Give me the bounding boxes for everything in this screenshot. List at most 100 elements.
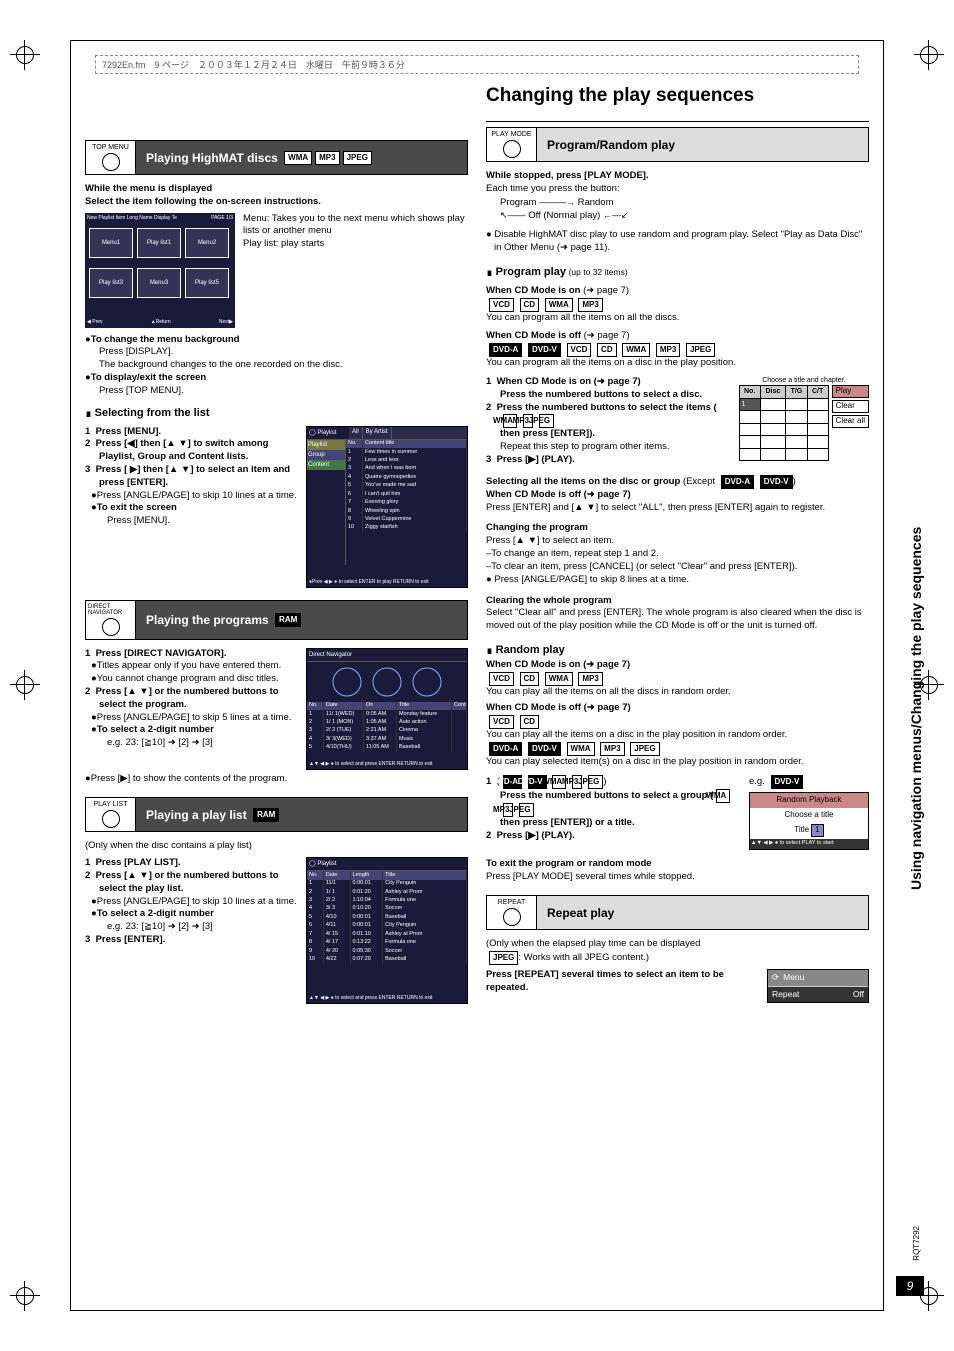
program-play-heading: Program play xyxy=(496,266,566,278)
cropmark xyxy=(10,1281,40,1311)
fmt-jpeg: JPEG xyxy=(343,151,372,165)
menu-panel: ⟳Menu RepeatOff xyxy=(767,969,869,1003)
mg-cell: Menu3 xyxy=(137,268,181,298)
p2b: then press [ENTER]). xyxy=(500,428,595,441)
random-play-heading: Random play xyxy=(496,644,565,656)
fmt-badge: CD xyxy=(597,343,617,357)
fmt-badge: MP3 xyxy=(600,742,624,756)
ribbon-program-random-text: Program/Random play xyxy=(547,138,675,152)
ribbon-programs: Playing the programs RAM xyxy=(135,600,468,640)
ch-col-tg: T/G xyxy=(786,386,807,398)
btn-clearall: Clear all xyxy=(832,415,869,428)
mg-return: ▲Return xyxy=(151,319,171,326)
repeat-label: REPEAT xyxy=(498,899,526,906)
mg-cell: Play list3 xyxy=(89,268,133,298)
side-content: Content xyxy=(307,460,345,470)
dn1b: You cannot change program and disc title… xyxy=(97,673,279,684)
p2: Press the numbered buttons to select the… xyxy=(497,402,717,413)
exit-txt: Press [PLAY MODE] several times while st… xyxy=(486,871,869,884)
fmt-badge: WMA xyxy=(545,672,573,686)
menu-val: Off xyxy=(853,989,864,1000)
dn-step1: Press [DIRECT NAVIGATOR]. xyxy=(96,648,227,659)
top-menu-icon: TOP MENU xyxy=(85,140,135,175)
direct-navigator-icon: DIRECT NAVIGATOR xyxy=(85,600,135,640)
while-stopped: While stopped, press [PLAY MODE]. xyxy=(486,170,869,183)
dn-footer: ▲▼ ◀ ▶ ● to select and press ENTER RETUR… xyxy=(309,761,465,768)
step3b: To exit the screen xyxy=(97,502,177,513)
mg-cell: Menu1 xyxy=(89,228,133,258)
repeat-icon: REPEAT xyxy=(486,895,536,930)
rnd-off: When CD Mode is off (➜ page 7) xyxy=(486,702,869,715)
rand-panel-sub: Choose a title xyxy=(750,808,868,823)
playlist-desc: play starts xyxy=(281,238,324,249)
plist-title: Playlist xyxy=(317,861,336,867)
mg-title: New Playlist Item Long Name Display Te xyxy=(87,215,177,222)
rp2: Press [▶] (PLAY). xyxy=(497,830,575,841)
fmt-ram: RAM xyxy=(275,613,301,627)
fmt-badge: VCD xyxy=(489,298,514,312)
play-list-icon: PLAY LIST xyxy=(85,797,135,832)
eg: e.g. xyxy=(749,776,765,787)
chg4: Press [ANGLE/PAGE] to skip 8 lines at a … xyxy=(494,574,689,585)
rep3: Press [REPEAT] several times to select a… xyxy=(486,969,759,995)
cm-on-txt: You can program all the items on all the… xyxy=(486,312,869,325)
fmt-badge: CD xyxy=(520,672,540,686)
cycle-off: Off (Normal play) xyxy=(528,210,600,221)
rand-panel-num: 1 xyxy=(811,824,823,837)
fmt-badge: VCD xyxy=(489,715,514,729)
pl-only: (Only when the disc contains a play list… xyxy=(85,840,468,853)
menu-label: Menu: xyxy=(243,213,269,224)
fmt-badge: WMA xyxy=(716,789,730,803)
rp1: Press the numbered buttons to select a g… xyxy=(500,790,713,803)
press-display: Press [DISPLAY]. xyxy=(85,346,468,359)
sel-all: Selecting all the items on the disc or g… xyxy=(486,476,680,487)
mg-prev: ◀ Prev xyxy=(87,319,103,326)
playlist-screenshot: ◯ Playlist All By Artist Playlist Group … xyxy=(306,426,468,588)
rp1post: ) xyxy=(603,776,606,787)
fmt-wma: WMA xyxy=(284,151,312,165)
fmt-badge: JPEG xyxy=(686,343,715,357)
btn-clear: Clear xyxy=(832,400,869,413)
change-bg: To change the menu background xyxy=(91,334,240,345)
selecting-list-heading: Selecting from the list xyxy=(95,407,210,419)
rand-panel-row: Title xyxy=(794,825,809,834)
cm-off-txt: You can program all the items on a disc … xyxy=(486,357,869,370)
mg-cell: Menu2 xyxy=(185,228,229,258)
each-press: Each time you press the button: xyxy=(486,183,869,196)
fmt-ram2: RAM xyxy=(253,808,279,822)
side-group: Group xyxy=(307,450,345,460)
fmt-badge: DVD-V xyxy=(528,742,561,756)
dn1a: Titles appear only if you have entered t… xyxy=(97,660,281,671)
up-to-32: (up to 32 items) xyxy=(569,267,628,277)
step3c: Press [MENU]. xyxy=(85,515,298,528)
menu-hdr-icon: ⟳ xyxy=(772,972,779,983)
fmt-badge: DVD-A xyxy=(489,343,522,357)
while-menu: While the menu is displayed xyxy=(85,183,468,196)
fmt-badge: JPEG xyxy=(539,414,554,428)
chg3: –To clear an item, press [CANCEL] (or se… xyxy=(486,561,869,574)
cycle-program: Program xyxy=(500,197,536,208)
dn2a: Press [ANGLE/PAGE] to skip 5 lines at a … xyxy=(97,712,292,723)
mg-next: Next▶ xyxy=(219,319,233,326)
play-list-icon-label: PLAY LIST xyxy=(94,801,128,808)
step3: Press [ ▶] then [▲ ▼] to select an item … xyxy=(96,464,291,488)
fmt-badge: MP3 xyxy=(656,343,680,357)
disable-highmat: Disable HighMAT disc play to use random … xyxy=(494,229,862,253)
cropmark xyxy=(10,40,40,70)
dn2c: e.g. 23: [≧10] ➜ [2] ➜ [3] xyxy=(85,737,298,750)
menu-label: Repeat xyxy=(772,989,799,1000)
ribbon-repeat-text: Repeat play xyxy=(547,906,614,920)
chg-heading: Changing the program xyxy=(486,522,869,535)
clr-heading: Clearing the whole program xyxy=(486,595,869,608)
mg-cell: Play list1 xyxy=(137,228,181,258)
arrow-icon: ↖—— xyxy=(500,210,526,220)
fmt-mp3: MP3 xyxy=(315,151,339,165)
step2: Press [◀] then [▲ ▼] to switch among Pla… xyxy=(96,438,269,462)
clr-txt: Select "Clear all" and press [ENTER]. Th… xyxy=(486,607,869,633)
disp-exit: To display/exit the screen xyxy=(91,372,206,383)
ch-col-disc: Disc xyxy=(760,386,786,398)
ribbon-repeat: Repeat play xyxy=(536,895,869,930)
playlist-table-screenshot: ◯ Playlist No.DateLengthTitle111/10:00:0… xyxy=(306,857,468,1004)
press-topmenu: Press [TOP MENU]. xyxy=(85,385,468,398)
dn3: Press [▶] to show the contents of the pr… xyxy=(91,773,287,784)
